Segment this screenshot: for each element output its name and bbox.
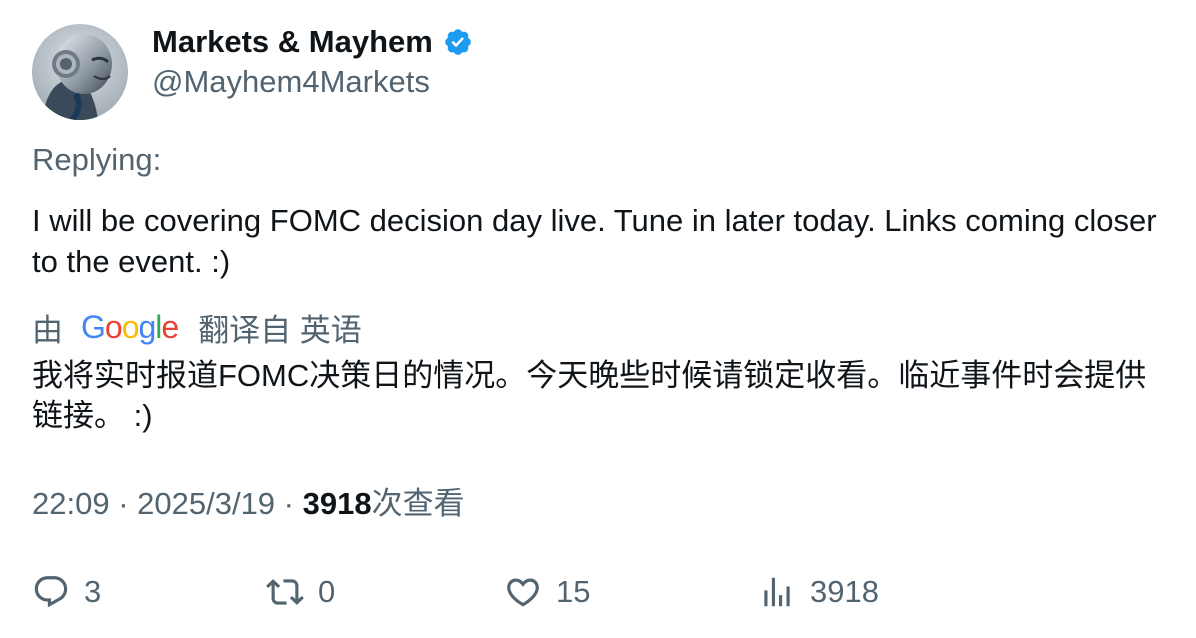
replying-label: Replying:: [32, 142, 162, 177]
repost-button[interactable]: 0: [266, 570, 335, 614]
meta-separator: ·: [109, 486, 138, 521]
reply-count: 3: [84, 574, 102, 609]
google-logo[interactable]: Google: [81, 309, 179, 346]
views-label[interactable]: 次查看: [372, 486, 465, 521]
meta-separator: ·: [275, 486, 303, 521]
display-name[interactable]: Markets & Mayhem: [152, 22, 433, 62]
tweet-meta: 22:09 · 2025/3/19 · 3918次查看: [32, 484, 465, 524]
tweet-date[interactable]: 2025/3/19: [137, 486, 275, 521]
like-button[interactable]: 15: [504, 570, 590, 614]
translated-from-label[interactable]: 翻译自 英语: [198, 305, 362, 350]
translated-by-label: 由: [32, 312, 63, 348]
repost-count: 0: [318, 574, 336, 609]
views-button[interactable]: 3918: [758, 570, 879, 614]
repost-icon: [266, 579, 304, 605]
views-action-count: 3918: [810, 574, 879, 609]
author-handle[interactable]: @Mayhem4Markets: [152, 62, 430, 102]
avatar[interactable]: [32, 24, 128, 120]
reply-button[interactable]: 3: [32, 570, 101, 614]
heart-icon: [507, 578, 539, 607]
translated-text: 我将实时报道FOMC决策日的情况。今天晚些时候请锁定收看。临近事件时会提供链接。…: [32, 358, 1147, 433]
bar-chart-icon: [764, 577, 790, 607]
like-count: 15: [556, 574, 591, 609]
tweet-text: I will be covering FOMC decision day liv…: [32, 203, 1157, 279]
robot-avatar-icon: [32, 24, 128, 120]
display-name-row[interactable]: Markets & Mayhem: [152, 22, 473, 62]
translation-attribution: 由 Google 翻译自 英语: [32, 306, 362, 348]
reply-icon: [34, 576, 68, 608]
tweet-time[interactable]: 22:09: [32, 486, 110, 521]
verified-badge-icon[interactable]: [443, 27, 473, 57]
views-count[interactable]: 3918: [303, 486, 372, 521]
